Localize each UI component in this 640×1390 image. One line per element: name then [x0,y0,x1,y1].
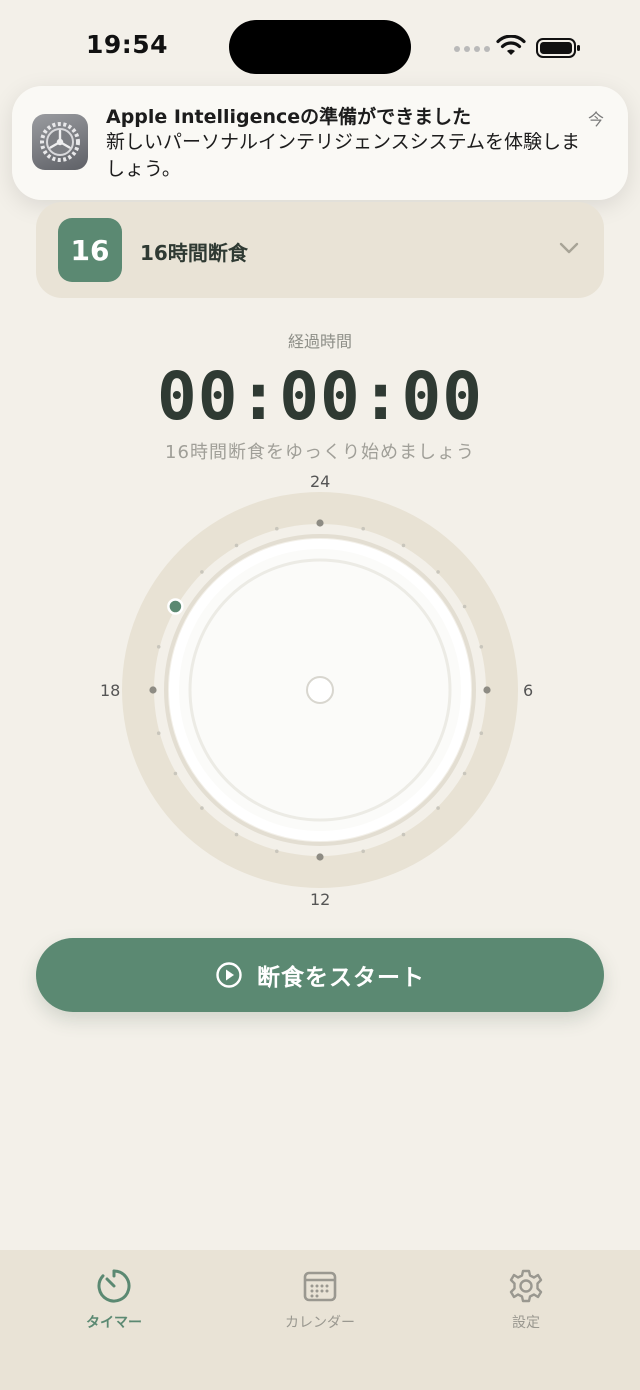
battery-icon [536,38,580,58]
dial-label-6: 6 [523,681,534,700]
tab-calendar[interactable]: カレンダー [250,1266,390,1332]
tab-settings[interactable]: 設定 [456,1266,596,1332]
status-time: 19:54 [86,30,169,59]
start-fasting-button[interactable]: 断食をスタート [36,938,604,1012]
cellular-signal-icon [454,46,490,52]
tab-calendar-label: カレンダー [285,1315,355,1331]
dial-tick [401,543,406,548]
dial-tick [483,686,491,694]
dial-tick [436,806,440,810]
dial-label-18: 18 [100,681,121,700]
notification-body: 新しいパーソナルインテリジェンスシステムを体験しましょう。 [106,131,581,180]
calendar-icon [303,1271,337,1302]
dial-tick [149,686,157,694]
dial-center-knob [306,676,334,704]
dial-tick [361,526,366,531]
chevron-down-icon [559,242,579,254]
dial-tick [275,849,279,854]
fasting-plan-selector[interactable]: 16 16時間断食 [36,202,604,298]
dial-tick [173,771,178,776]
dial-tick [462,604,467,609]
plan-hours-badge: 16 [58,218,122,282]
dial-tick [156,645,161,649]
dial-tick [361,849,366,854]
dial-graphic [122,492,518,888]
wifi-icon [496,35,526,55]
settings-gear-icon [32,114,88,170]
dial-tick [401,832,406,837]
gear-icon [509,1269,543,1303]
notification-banner[interactable]: Apple Intelligenceの準備ができました 新しいパーソナルインテリ… [12,86,628,200]
tab-settings-label: 設定 [512,1315,540,1331]
start-button-label: 断食をスタート [257,965,425,991]
elapsed-label: 経過時間 [287,332,352,351]
dial-tick [316,853,324,861]
dial-tick [316,519,324,527]
tab-timer[interactable]: タイマー [44,1266,184,1332]
dial-start-marker[interactable] [167,598,184,615]
notification-title: Apple Intelligenceの準備ができました [106,106,472,128]
tab-timer-label: タイマー [86,1315,142,1331]
dial-tick [156,731,161,735]
app-screen: 19:54 Apple Intelligenceの準備ができました 新しいパーソ… [0,0,640,1390]
dial-tick [200,570,204,574]
status-bar: 19:54 [0,0,640,90]
plan-label: 16時間断食 [140,241,248,265]
dial-tick [200,806,204,810]
dial-tick [479,731,484,735]
dial-tick [479,645,484,649]
fasting-dial: 24 6 12 18 [90,462,550,922]
dial-tick [234,543,239,548]
dial-tick [234,832,239,837]
dial-tick [462,771,467,776]
tab-bar: タイマー カレンダー 設定 [0,1250,640,1390]
elapsed-time: 00:00:00 [157,358,483,435]
elapsed-subtitle: 16時間断食をゆっくり始めましょう [165,442,475,463]
dial-label-12: 12 [310,890,331,909]
notification-time: 今 [587,110,604,129]
dial-label-24: 24 [310,472,331,491]
dial-tick [275,526,279,531]
timer-icon [97,1269,131,1303]
play-circle-icon [216,962,242,988]
dynamic-island [229,20,411,74]
dial-tick [436,570,440,574]
